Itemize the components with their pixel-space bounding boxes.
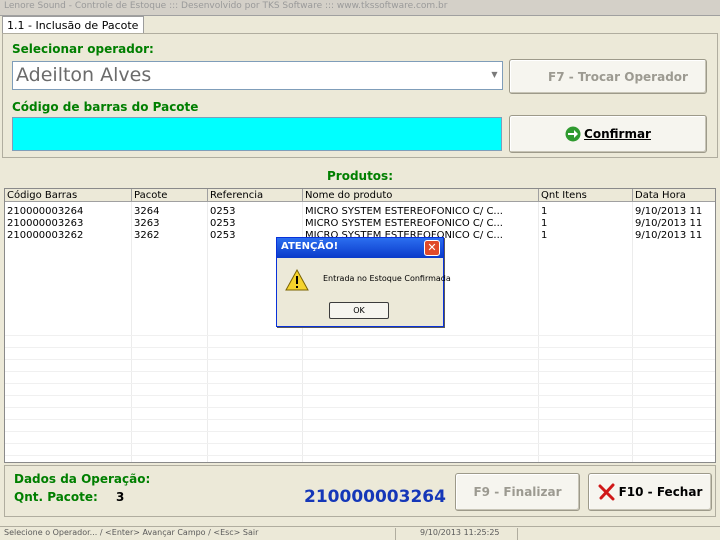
table-header: Código Barras Pacote Referencia Nome do … xyxy=(5,189,715,202)
grid-line xyxy=(5,443,715,444)
col-header-pacote[interactable]: Pacote xyxy=(132,189,208,202)
cell-datahora: 9/10/2013 11 xyxy=(635,230,703,241)
grid-line xyxy=(5,359,715,360)
grid-line xyxy=(5,431,715,432)
window-titlebar: Lenore Sound - Controle de Estoque ::: D… xyxy=(0,0,720,16)
operator-label: Selecionar operador: xyxy=(12,42,154,56)
chevron-down-icon[interactable]: ▼ xyxy=(490,67,499,83)
close-label: F10 - Fechar xyxy=(618,485,703,499)
grid-line xyxy=(5,371,715,372)
col-header-qnt[interactable]: Qnt Itens xyxy=(539,189,633,202)
warning-icon xyxy=(285,268,309,291)
operator-select-value: Adeilton Alves xyxy=(16,64,152,86)
qnt-pacote-value: 3 xyxy=(116,490,125,504)
dialog-titlebar: ATENÇÃO! ✕ xyxy=(277,238,443,258)
products-title: Produtos: xyxy=(326,169,393,183)
cell-pacote: 3262 xyxy=(134,230,160,241)
grid-line xyxy=(5,395,715,396)
col-header-datahora[interactable]: Data Hora xyxy=(633,189,715,202)
status-bar: Selecione o Operador... / <Enter> Avança… xyxy=(0,526,720,540)
red-x-icon xyxy=(598,483,615,501)
confirm-button[interactable]: Confirmar xyxy=(509,115,707,153)
col-header-codigo[interactable]: Código Barras xyxy=(5,189,132,202)
cell-qnt: 1 xyxy=(541,230,548,241)
qnt-pacote-label: Qnt. Pacote: xyxy=(14,490,98,504)
grid-line xyxy=(5,407,715,408)
grid-line xyxy=(5,419,715,420)
change-operator-label: F7 - Trocar Operador xyxy=(548,69,688,84)
change-operator-button[interactable]: F7 - Trocar Operador xyxy=(509,59,707,94)
ok-button[interactable]: OK xyxy=(329,302,389,319)
grid-line xyxy=(5,383,715,384)
cell-codigo: 210000003262 xyxy=(7,230,84,241)
finalize-label: F9 - Finalizar xyxy=(473,485,562,499)
barcode-input[interactable] xyxy=(12,117,502,151)
alert-dialog: ATENÇÃO! ✕ Entrada no Estoque Confirmada… xyxy=(276,237,451,327)
col-header-nome[interactable]: Nome do produto xyxy=(303,189,539,202)
barcode-label: Código de barras do Pacote xyxy=(12,100,199,114)
status-hint: Selecione o Operador... / <Enter> Avança… xyxy=(2,528,396,540)
status-datetime: 9/10/2013 11:25:25 xyxy=(418,528,518,540)
close-icon[interactable]: ✕ xyxy=(424,240,440,256)
dialog-message: Entrada no Estoque Confirmada xyxy=(323,274,451,283)
tab-inclusao-pacote[interactable]: 1.1 - Inclusão de Pacote xyxy=(2,16,144,34)
grid-line xyxy=(5,347,715,348)
grid-line xyxy=(5,455,715,456)
operator-select[interactable]: Adeilton Alves ▼ xyxy=(12,61,503,90)
last-barcode-display: 210000003264 xyxy=(304,487,446,507)
confirm-label: Confirmar xyxy=(584,127,651,141)
grid-line xyxy=(5,335,715,336)
operation-title: Dados da Operação: xyxy=(14,472,151,486)
close-button[interactable]: F10 - Fechar xyxy=(588,473,712,511)
col-header-referencia[interactable]: Referencia xyxy=(208,189,303,202)
dialog-title: ATENÇÃO! xyxy=(281,241,339,252)
window-title: Lenore Sound - Controle de Estoque ::: D… xyxy=(4,1,448,11)
finalize-button[interactable]: F9 - Finalizar xyxy=(455,473,580,511)
green-arrow-icon xyxy=(565,126,581,142)
